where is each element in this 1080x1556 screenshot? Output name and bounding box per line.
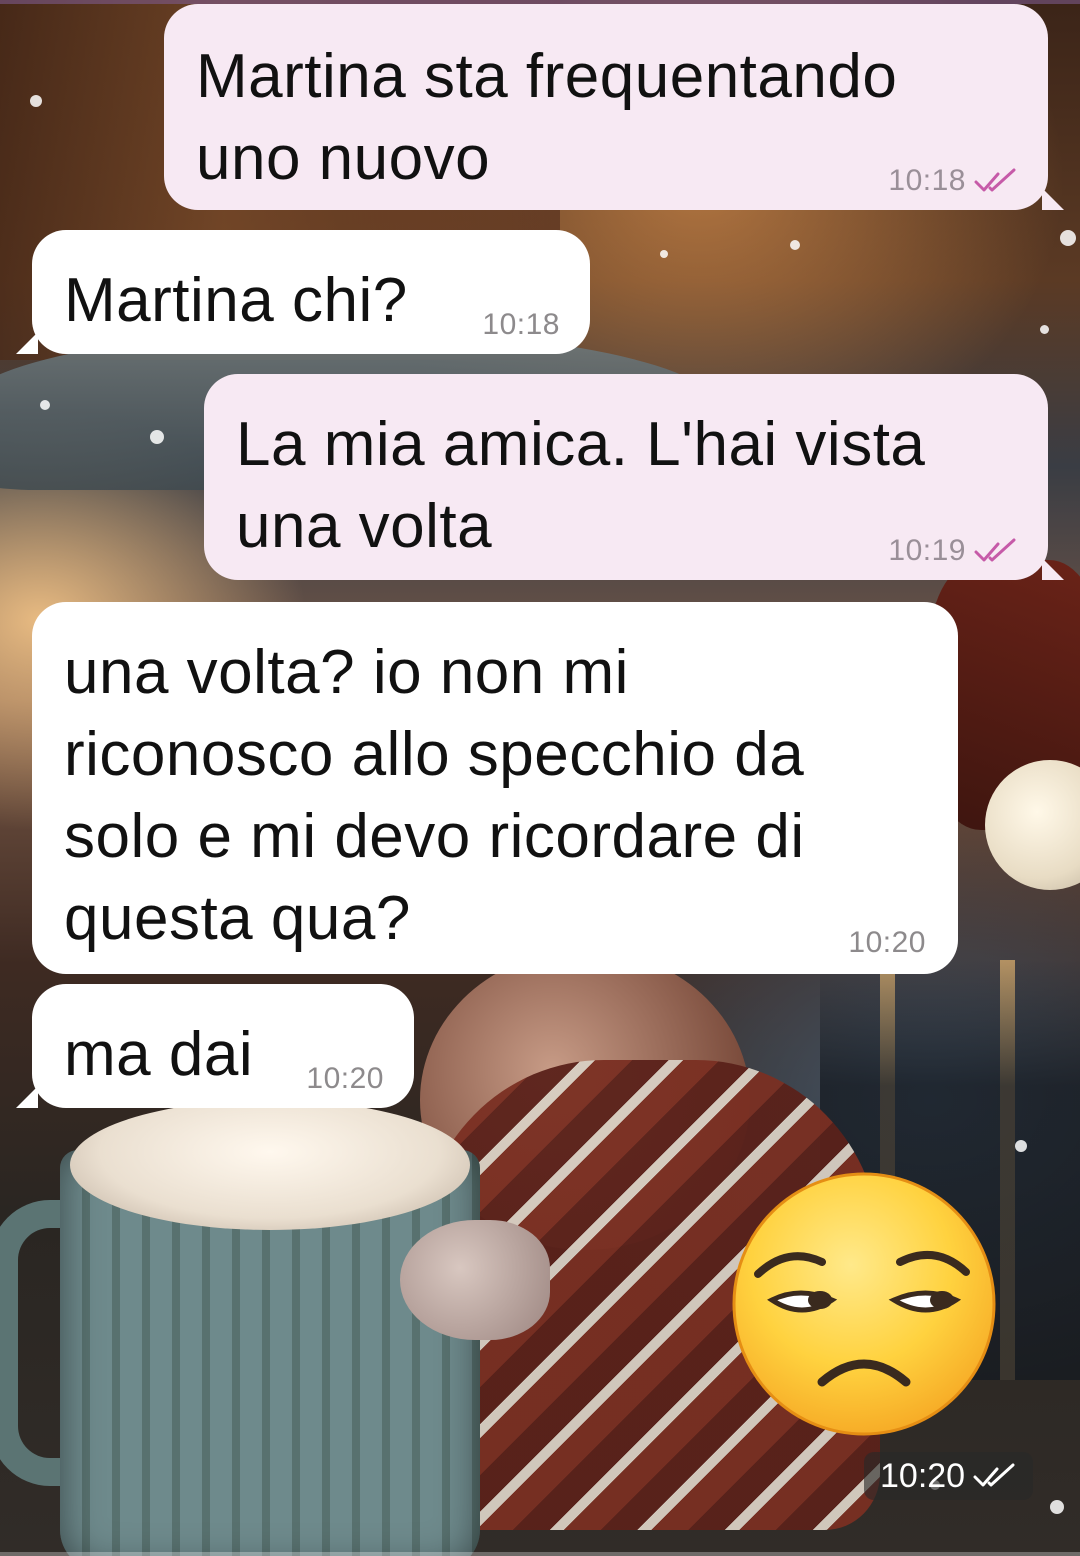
snowflake <box>1040 325 1049 334</box>
message-time: 10:20 <box>880 1457 966 1495</box>
bubble-tail <box>1042 188 1064 210</box>
message-bubble-outgoing[interactable]: La mia amica. L'hai vista una volta 10:1… <box>204 374 1064 580</box>
snowflake <box>150 430 164 444</box>
bottom-edge <box>0 1552 1080 1556</box>
message-meta: 10:20 <box>848 926 926 960</box>
message-meta: 10:19 <box>888 534 1018 568</box>
snowflake <box>790 240 800 250</box>
bubble-tail <box>16 332 38 354</box>
message-bubble-outgoing[interactable]: Martina sta frequentando uno nuovo 10:18 <box>164 4 1064 210</box>
message-time: 10:18 <box>482 308 560 341</box>
emoji-timestamp-chip: 10:20 <box>864 1452 1034 1500</box>
read-receipt-icon <box>973 1463 1015 1487</box>
emoji-message-outgoing[interactable] <box>730 1170 998 1438</box>
message-text: una volta? io non mi riconosco allo spec… <box>64 638 805 953</box>
message-time: 10:20 <box>848 926 926 959</box>
snowflake <box>1015 1140 1027 1152</box>
snowflake <box>40 400 50 410</box>
message-bubble-incoming[interactable]: ma dai 10:20 <box>16 984 414 1108</box>
snowflake <box>1050 1500 1064 1514</box>
message-meta: 10:20 <box>306 1062 384 1096</box>
bubble-tail <box>1042 558 1064 580</box>
read-receipt-icon <box>974 538 1016 562</box>
unamused-face-emoji-icon <box>732 1172 996 1436</box>
snowflake <box>30 95 42 107</box>
message-time: 10:19 <box>888 534 966 567</box>
wallpaper-hand <box>400 1220 550 1340</box>
read-receipt-icon <box>974 168 1016 192</box>
message-bubble-incoming[interactable]: una volta? io non mi riconosco allo spec… <box>32 602 958 974</box>
snowflake <box>660 250 668 258</box>
message-meta: 10:18 <box>482 308 560 342</box>
message-bubble-incoming[interactable]: Martina chi? 10:18 <box>16 230 590 354</box>
snowflake <box>1060 230 1076 246</box>
message-time: 10:18 <box>888 164 966 197</box>
bubble-tail <box>16 1086 38 1108</box>
wallpaper-whipped-cream <box>70 1100 470 1230</box>
message-time: 10:20 <box>306 1062 384 1095</box>
message-meta: 10:18 <box>888 164 1018 198</box>
